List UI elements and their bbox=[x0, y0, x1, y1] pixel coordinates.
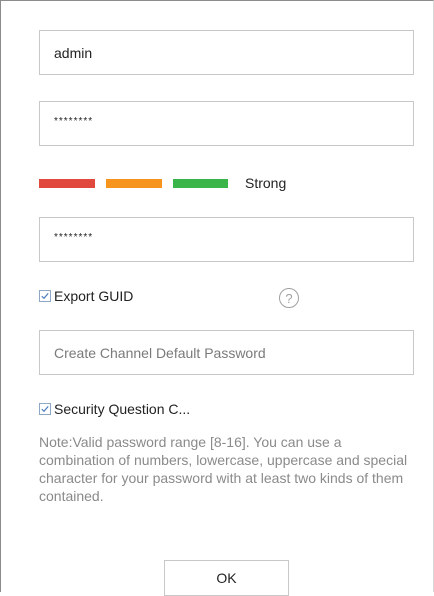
username-value: admin bbox=[54, 44, 93, 61]
password-strength-meter: Strong bbox=[39, 175, 286, 191]
activation-panel: admin ******** Strong ******** Export GU… bbox=[0, 0, 434, 596]
channel-password-placeholder: Create Channel Default Password bbox=[54, 344, 266, 361]
strength-label: Strong bbox=[245, 175, 287, 191]
strength-bar-medium bbox=[106, 178, 162, 188]
security-question-option[interactable]: Security Question C... bbox=[39, 401, 190, 417]
export-guid-checkbox[interactable] bbox=[39, 290, 51, 302]
ok-button-label: OK bbox=[216, 570, 237, 586]
security-question-label: Security Question C... bbox=[54, 401, 191, 417]
password-rules-note: Note:Valid password range [8-16]. You ca… bbox=[39, 434, 408, 504]
checkbox-checked-icon bbox=[41, 406, 49, 413]
checkbox-checked-icon bbox=[41, 293, 49, 300]
channel-default-password-field[interactable]: Create Channel Default Password bbox=[39, 330, 414, 375]
ok-button[interactable]: OK bbox=[164, 560, 289, 596]
export-guid-label: Export GUID bbox=[54, 288, 134, 304]
security-question-checkbox[interactable] bbox=[39, 403, 51, 415]
export-guid-option[interactable]: Export GUID bbox=[39, 288, 133, 304]
strength-bar-strong bbox=[173, 178, 228, 188]
username-field[interactable]: admin bbox=[39, 30, 414, 75]
strength-bar-weak bbox=[39, 178, 95, 188]
help-icon[interactable]: ? bbox=[279, 288, 299, 308]
confirm-password-mask: ******** bbox=[54, 232, 94, 243]
password-field[interactable]: ******** bbox=[39, 101, 414, 146]
help-glyph: ? bbox=[285, 290, 293, 306]
confirm-password-field[interactable]: ******** bbox=[39, 217, 414, 262]
password-mask: ******** bbox=[54, 116, 94, 127]
